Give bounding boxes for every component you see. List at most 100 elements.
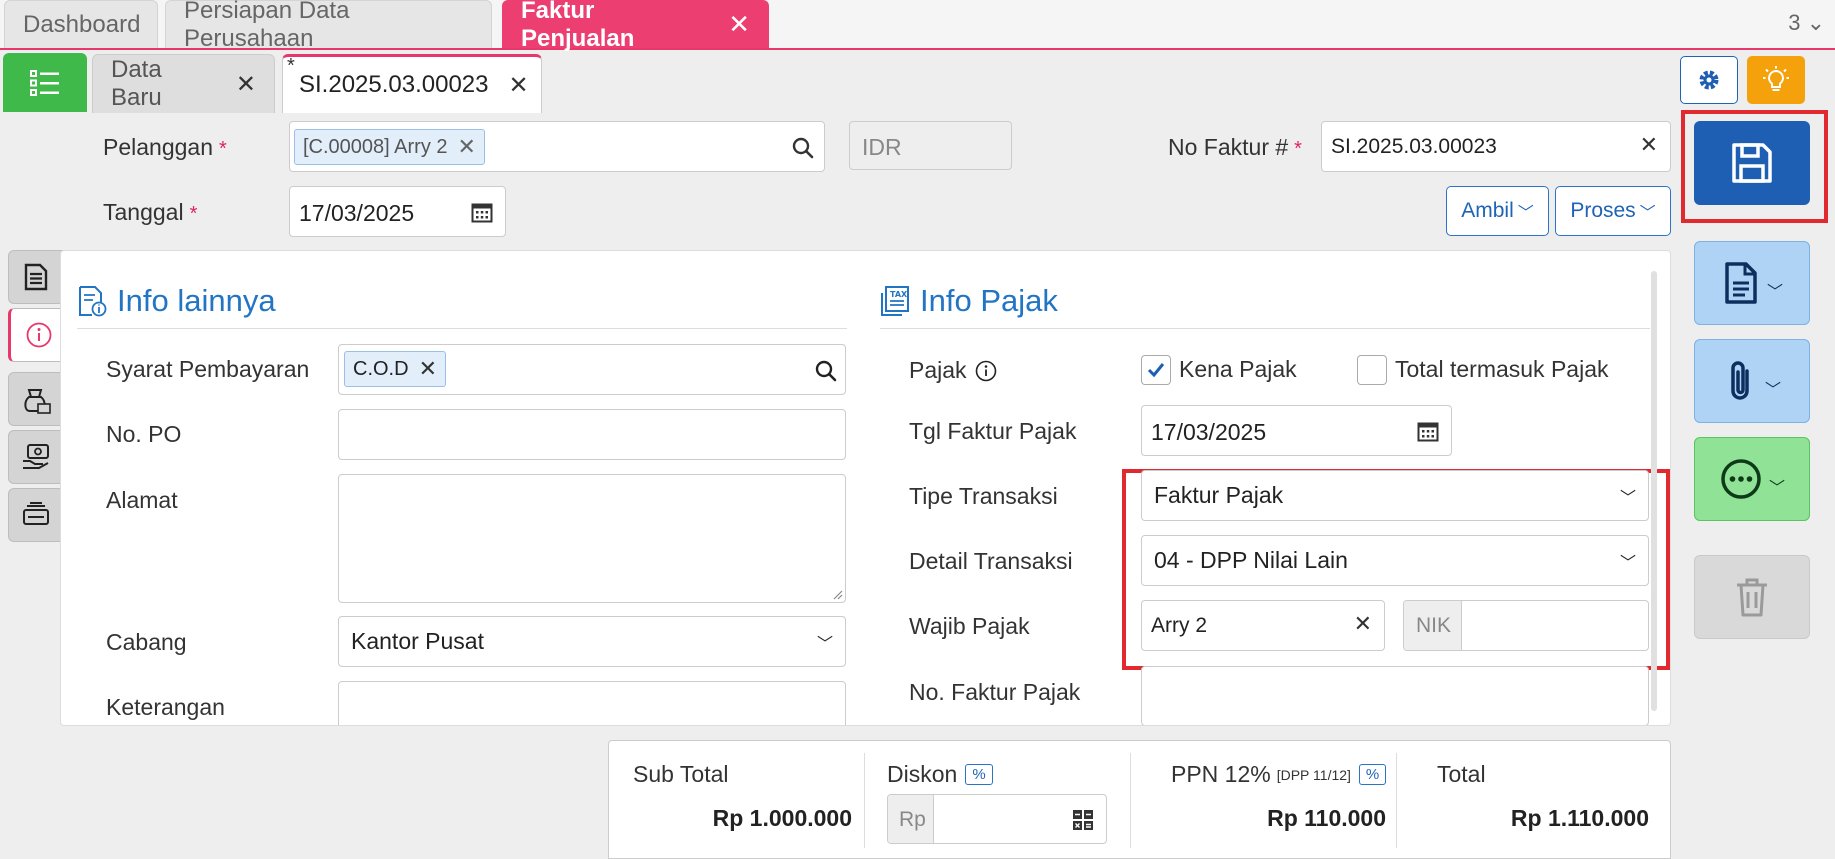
remove-icon[interactable]: ✕ (458, 134, 476, 160)
attachment-menu-button[interactable]: ﹀ (1694, 339, 1810, 423)
taxable-label: Kena Pajak (1179, 356, 1297, 382)
branch-select[interactable]: Kantor Pusat ﹀ (338, 616, 846, 667)
settings-button[interactable] (1680, 56, 1738, 104)
document-menu-button[interactable]: ﹀ (1694, 241, 1810, 325)
tax-invoice-no-input[interactable] (1141, 666, 1649, 725)
panel-scrollbar[interactable] (1651, 271, 1657, 711)
vtab-costs[interactable] (8, 372, 64, 426)
resize-handle-icon[interactable] (831, 588, 843, 600)
clear-icon[interactable]: ✕ (1354, 611, 1372, 637)
document-lines-icon (24, 263, 48, 291)
invoice-no-label: No Faktur # * (1168, 134, 1302, 160)
vtab-detail[interactable] (8, 250, 64, 304)
address-textarea[interactable] (338, 474, 846, 603)
invoice-no-value: SI.2025.03.00023 (1331, 135, 1497, 158)
customer-field[interactable]: [C.00008] Arry 2 ✕ (289, 121, 825, 172)
payment-terms-field[interactable]: C.O.D ✕ (338, 344, 846, 395)
taxpayer-label: Wajib Pajak (909, 613, 1030, 639)
taxable-checkbox[interactable] (1141, 355, 1171, 385)
subtotal-cell: Sub Total Rp 1.000.000 (609, 741, 864, 859)
svg-text:TAX: TAX (890, 290, 908, 299)
tab-count-dropdown[interactable]: 3 ⌄ (1788, 10, 1825, 36)
discount-cell: Diskon % Rp (865, 741, 1130, 859)
payment-terms-chip: C.O.D ✕ (344, 351, 446, 387)
tax-included-checkbox[interactable] (1357, 355, 1387, 385)
nik-field[interactable]: NIK (1403, 600, 1649, 651)
chevron-down-icon: ⌄ (1806, 10, 1825, 35)
close-icon[interactable]: ✕ (236, 70, 256, 99)
info-pajak-title: TAX Info Pajak (880, 283, 1058, 319)
calendar-icon[interactable] (471, 201, 493, 223)
floppy-disk-icon (1732, 143, 1772, 183)
tax-invoice-date-field[interactable]: 17/03/2025 (1141, 405, 1452, 456)
tips-button[interactable] (1747, 56, 1805, 104)
transaction-type-select[interactable]: Faktur Pajak ﹀ (1141, 470, 1649, 521)
remove-icon[interactable]: ✕ (419, 356, 437, 382)
delete-button[interactable] (1694, 555, 1810, 639)
tab-label: Faktur Penjualan (521, 0, 635, 52)
ambil-dropdown-button[interactable]: Ambil ﹀ (1446, 186, 1549, 236)
trash-icon (1737, 578, 1767, 617)
tab-sales-invoice[interactable]: * SI.2025.03.00023 ✕ (282, 54, 542, 113)
transaction-detail-select[interactable]: 04 - DPP Nilai Lain ﹀ (1141, 535, 1649, 586)
vtab-payment[interactable] (8, 430, 64, 484)
transaction-type-value: Faktur Pajak (1154, 482, 1284, 508)
tab-data-baru[interactable]: Data Baru ✕ (92, 54, 275, 113)
save-button[interactable] (1694, 121, 1810, 205)
transaction-type-label: Tipe Transaksi (909, 483, 1058, 509)
vtab-info[interactable] (8, 308, 68, 362)
proses-dropdown-button[interactable]: Proses ﹀ (1555, 186, 1671, 236)
tax-invoice-no-label: No. Faktur Pajak (909, 679, 1081, 705)
ppn-cell: PPN 12% [DPP 11/12] % Rp 110.000 (1131, 741, 1396, 859)
close-icon[interactable]: ✕ (509, 71, 529, 100)
branch-value: Kantor Pusat (351, 628, 484, 654)
chevron-down-icon: ﹀ (1619, 554, 1636, 572)
money-bag-icon (24, 389, 51, 414)
date-field[interactable]: 17/03/2025 (289, 186, 506, 237)
list-menu-button[interactable] (3, 53, 87, 112)
tab-persiapan-data-perusahaan[interactable]: Persiapan Data Perusahaan (165, 0, 492, 52)
totals-bar: Sub Total Rp 1.000.000 Diskon % Rp PPN 1… (608, 740, 1671, 859)
discount-input[interactable]: Rp (887, 794, 1107, 844)
chevron-down-icon: ﹀ (1517, 205, 1534, 222)
tab-dashboard[interactable]: Dashboard (4, 0, 158, 48)
taxpayer-field[interactable]: Arry 2 ✕ (1141, 600, 1385, 651)
payment-terms-label: Syarat Pembayaran (106, 356, 310, 382)
close-icon[interactable]: ✕ (728, 9, 750, 40)
modified-marker: * (287, 55, 295, 77)
info-icon (26, 322, 52, 348)
more-actions-button[interactable]: ﹀ (1694, 437, 1810, 521)
calendar-icon[interactable] (1417, 420, 1439, 442)
lightbulb-icon (1763, 66, 1789, 91)
payment-terms-chip-label: C.O.D (353, 357, 409, 380)
customer-chip: [C.00008] Arry 2 ✕ (294, 129, 485, 165)
divider (880, 328, 1650, 329)
total-value: Rp 1.110.000 (1510, 805, 1649, 831)
discount-percent-toggle[interactable]: % (965, 764, 993, 785)
po-input[interactable] (338, 409, 846, 460)
info-icon[interactable] (975, 360, 997, 382)
hand-cash-icon (23, 444, 49, 469)
invoice-no-field[interactable]: SI.2025.03.00023 ✕ (1321, 121, 1671, 172)
clear-icon[interactable]: ✕ (1640, 132, 1658, 158)
taxpayer-value: Arry 2 (1151, 614, 1208, 637)
checkmark-icon (1147, 363, 1165, 378)
ppn-percent-toggle[interactable]: % (1358, 764, 1387, 785)
currency-field: IDR (849, 121, 1012, 170)
vtab-down-payment[interactable] (8, 488, 64, 542)
tab-faktur-penjualan[interactable]: Faktur Penjualan ✕ (502, 0, 769, 52)
ppn-value: Rp 110.000 (1267, 805, 1386, 831)
gear-icon (1699, 70, 1719, 90)
transaction-detail-label: Detail Transaksi (909, 548, 1073, 574)
notes-input[interactable] (338, 681, 846, 725)
ppn-note: [DPP 11/12] (1276, 766, 1351, 783)
calculator-icon[interactable] (1072, 809, 1094, 831)
notes-label: Keterangan (106, 694, 225, 720)
currency-prefix: Rp (899, 808, 926, 831)
chevron-down-icon: ﹀ (1639, 205, 1656, 222)
search-icon[interactable] (792, 137, 814, 159)
search-icon[interactable] (815, 360, 837, 382)
subtotal-label: Sub Total (633, 761, 729, 787)
tab-label: Dashboard (23, 10, 141, 38)
list-icon (30, 69, 59, 96)
